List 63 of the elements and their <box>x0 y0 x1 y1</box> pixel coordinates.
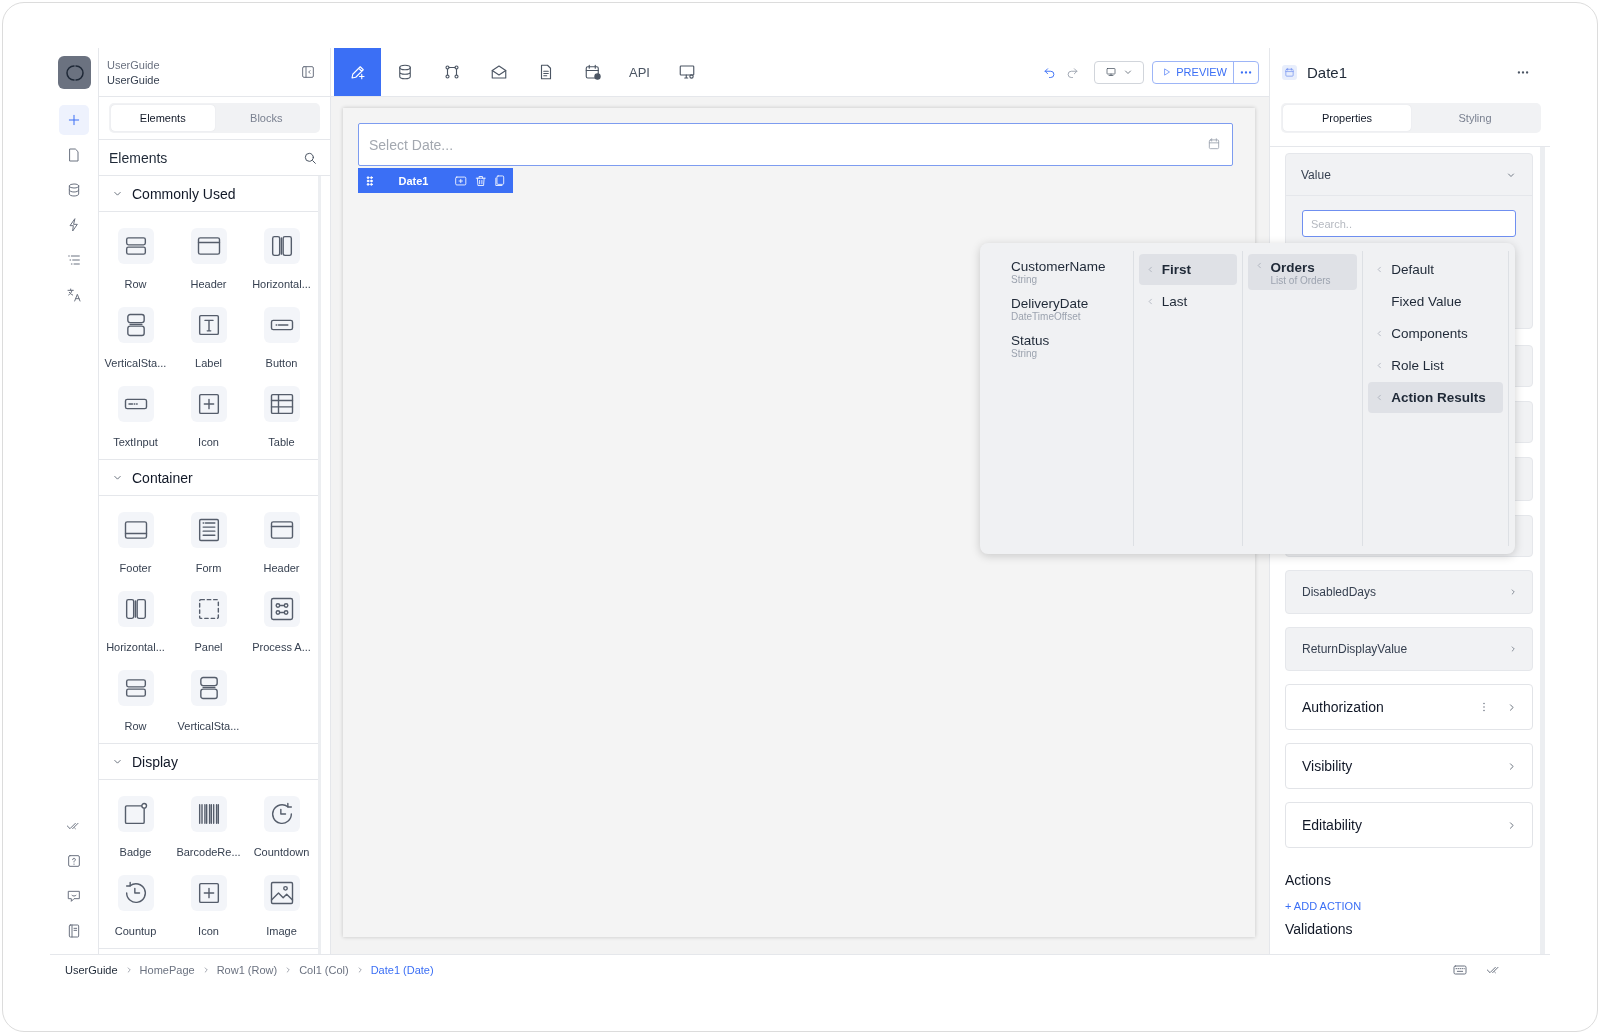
element-item[interactable]: Image <box>245 869 318 938</box>
property-group[interactable]: Editability <box>1285 802 1533 848</box>
section-header[interactable]: Commonly Used <box>99 176 318 212</box>
element-item[interactable]: BarcodeRe... <box>172 790 245 859</box>
field-item[interactable]: Status String <box>1011 333 1128 359</box>
menu-item[interactable]: Default <box>1368 254 1503 285</box>
menu-item[interactable]: Orders List of Orders <box>1247 254 1358 290</box>
element-item[interactable]: Icon <box>172 869 245 938</box>
element-item[interactable]: Table <box>245 380 318 449</box>
add-action-link[interactable]: + ADD ACTION <box>1285 900 1533 912</box>
element-item[interactable]: Countdown <box>245 790 318 859</box>
element-item[interactable]: VerticalSta... <box>172 664 245 733</box>
element-item[interactable]: Header <box>172 222 245 291</box>
property-group[interactable]: DisabledDays <box>1285 570 1533 614</box>
breadcrumb-link[interactable]: Date1 (Date) <box>370 964 434 976</box>
search-field[interactable]: Search.. <box>1302 210 1516 237</box>
element-item[interactable]: Header <box>245 506 318 575</box>
breadcrumb-link[interactable]: Row1 (Row) <box>216 964 278 976</box>
field-item[interactable]: CustomerName String <box>1011 259 1128 285</box>
api-tab[interactable]: API <box>616 48 663 96</box>
breadcrumb-link[interactable]: Col1 (Col) <box>299 964 349 976</box>
tab[interactable]: Blocks <box>214 105 318 131</box>
tab[interactable]: Elements <box>111 105 215 131</box>
element-item[interactable]: Process A... <box>245 585 318 654</box>
element-item[interactable]: Row <box>99 664 172 733</box>
element-item[interactable]: VerticalSta... <box>99 301 172 370</box>
tab[interactable]: Properties <box>1283 105 1411 131</box>
component-label: Date1 <box>398 174 429 187</box>
element-item[interactable]: Panel <box>172 585 245 654</box>
tab[interactable]: Styling <box>1411 105 1539 131</box>
element-item[interactable]: Horizontal... <box>245 222 318 291</box>
element-item[interactable]: Button <box>245 301 318 370</box>
menu-item[interactable]: Role List <box>1368 350 1503 381</box>
workspace-caption: UserGuide <box>107 58 161 71</box>
breadcrumb-link[interactable]: UserGuide <box>65 964 118 976</box>
element-item[interactable]: Icon <box>172 380 245 449</box>
section-title: Validations <box>1285 921 1354 937</box>
workspace-name: UserGuide <box>107 73 161 86</box>
section-header[interactable]: Container <box>99 460 318 496</box>
element-item[interactable]: Badge <box>99 790 172 859</box>
field-item[interactable]: DeliveryDate DateTimeOffset <box>1011 296 1128 322</box>
section-header[interactable]: Value <box>1286 154 1532 196</box>
panel-title: Elements <box>109 149 169 166</box>
property-group[interactable]: Authorization <box>1285 684 1533 730</box>
section-title: Actions <box>1285 872 1332 888</box>
element-item[interactable]: Label <box>172 301 245 370</box>
property-group[interactable]: Visibility <box>1285 743 1533 789</box>
element-item[interactable]: Horizontal... <box>99 585 172 654</box>
element-item[interactable]: Row <box>99 222 172 291</box>
menu-item[interactable]: Components <box>1368 318 1503 349</box>
breadcrumb-link[interactable]: HomePage <box>139 964 195 976</box>
menu-item[interactable]: Fixed Value <box>1368 286 1503 317</box>
property-group[interactable]: ReturnDisplayValue <box>1285 627 1533 671</box>
element-item[interactable]: TextInput <box>99 380 172 449</box>
date-field[interactable]: Select Date... <box>358 123 1233 166</box>
menu-item[interactable]: Last <box>1138 286 1237 317</box>
menu-item[interactable]: First <box>1138 254 1237 285</box>
element-item[interactable]: Countup <box>99 869 172 938</box>
element-item[interactable]: Form <box>172 506 245 575</box>
section-header[interactable]: Display <box>99 744 318 780</box>
element-item[interactable]: Footer <box>99 506 172 575</box>
menu-item[interactable]: Action Results <box>1368 382 1503 413</box>
component-title: Date1 <box>1307 64 1349 81</box>
